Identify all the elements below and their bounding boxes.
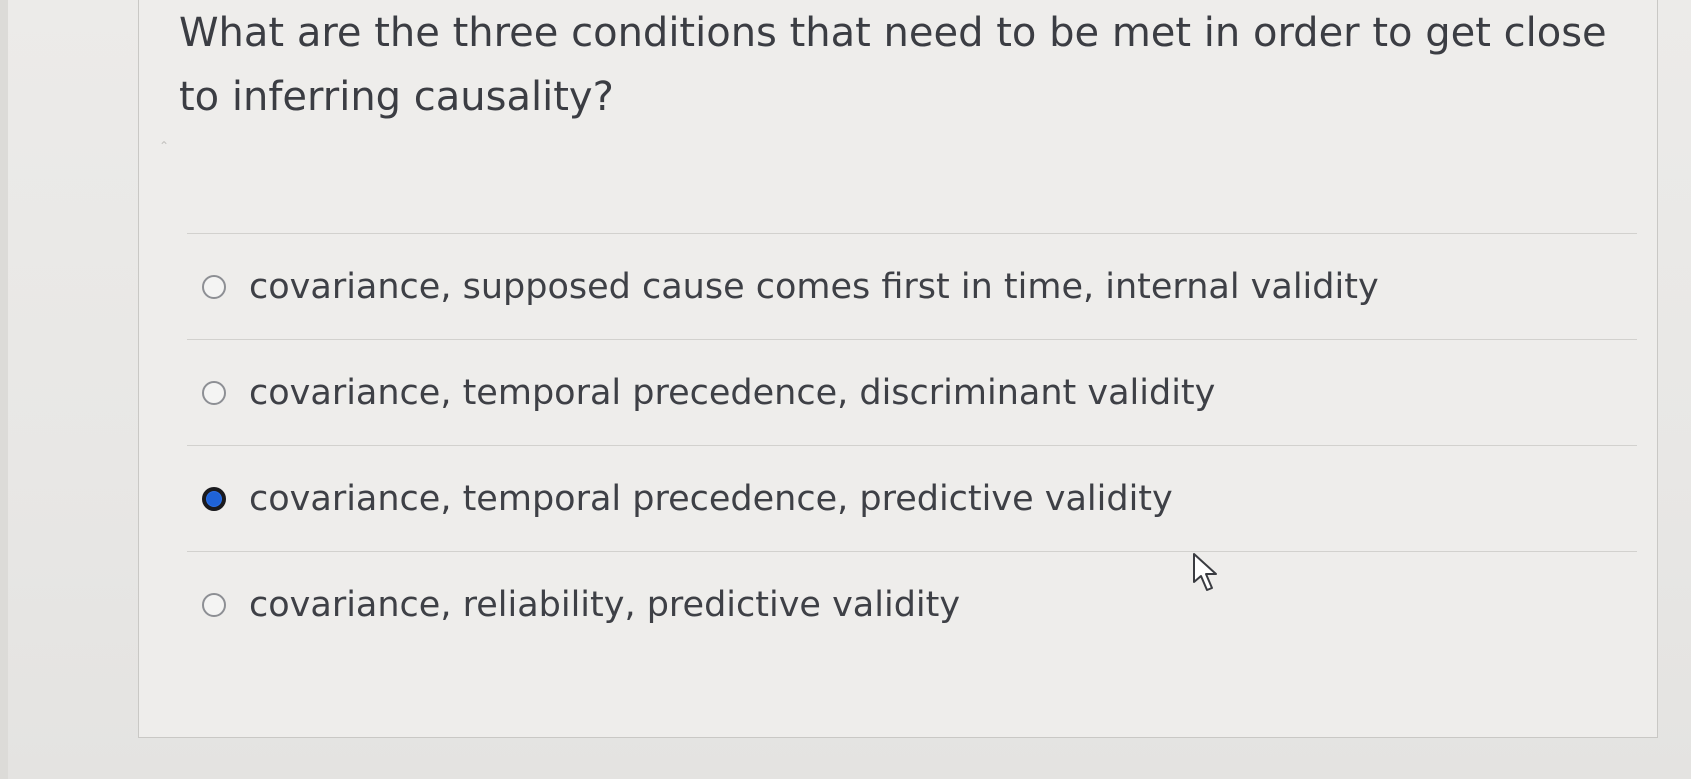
- page-background: What are the three conditions that need …: [0, 0, 1691, 779]
- answer-options: covariance, supposed cause comes first i…: [187, 233, 1637, 657]
- answer-option-4[interactable]: covariance, reliability, predictive vali…: [187, 551, 1637, 657]
- question-card: What are the three conditions that need …: [138, 0, 1658, 738]
- radio-button[interactable]: [202, 592, 226, 617]
- radio-button[interactable]: [202, 380, 226, 405]
- answer-label[interactable]: covariance, reliability, predictive vali…: [249, 585, 960, 625]
- radio-button[interactable]: [202, 274, 226, 299]
- left-edge: [0, 0, 8, 779]
- answer-label[interactable]: covariance, supposed cause comes first i…: [249, 267, 1379, 307]
- answer-option-2[interactable]: covariance, temporal precedence, discrim…: [187, 339, 1637, 445]
- radio-button-selected[interactable]: [202, 486, 226, 511]
- answer-label[interactable]: covariance, temporal precedence, predict…: [249, 479, 1173, 519]
- mouse-pointer-icon: [1193, 553, 1217, 591]
- question-text: What are the three conditions that need …: [179, 10, 1607, 120]
- answer-label[interactable]: covariance, temporal precedence, discrim…: [249, 373, 1215, 413]
- answer-option-1[interactable]: covariance, supposed cause comes first i…: [187, 233, 1637, 339]
- answer-option-3[interactable]: covariance, temporal precedence, predict…: [187, 445, 1637, 551]
- question-marker-icon: ⌃: [159, 139, 170, 153]
